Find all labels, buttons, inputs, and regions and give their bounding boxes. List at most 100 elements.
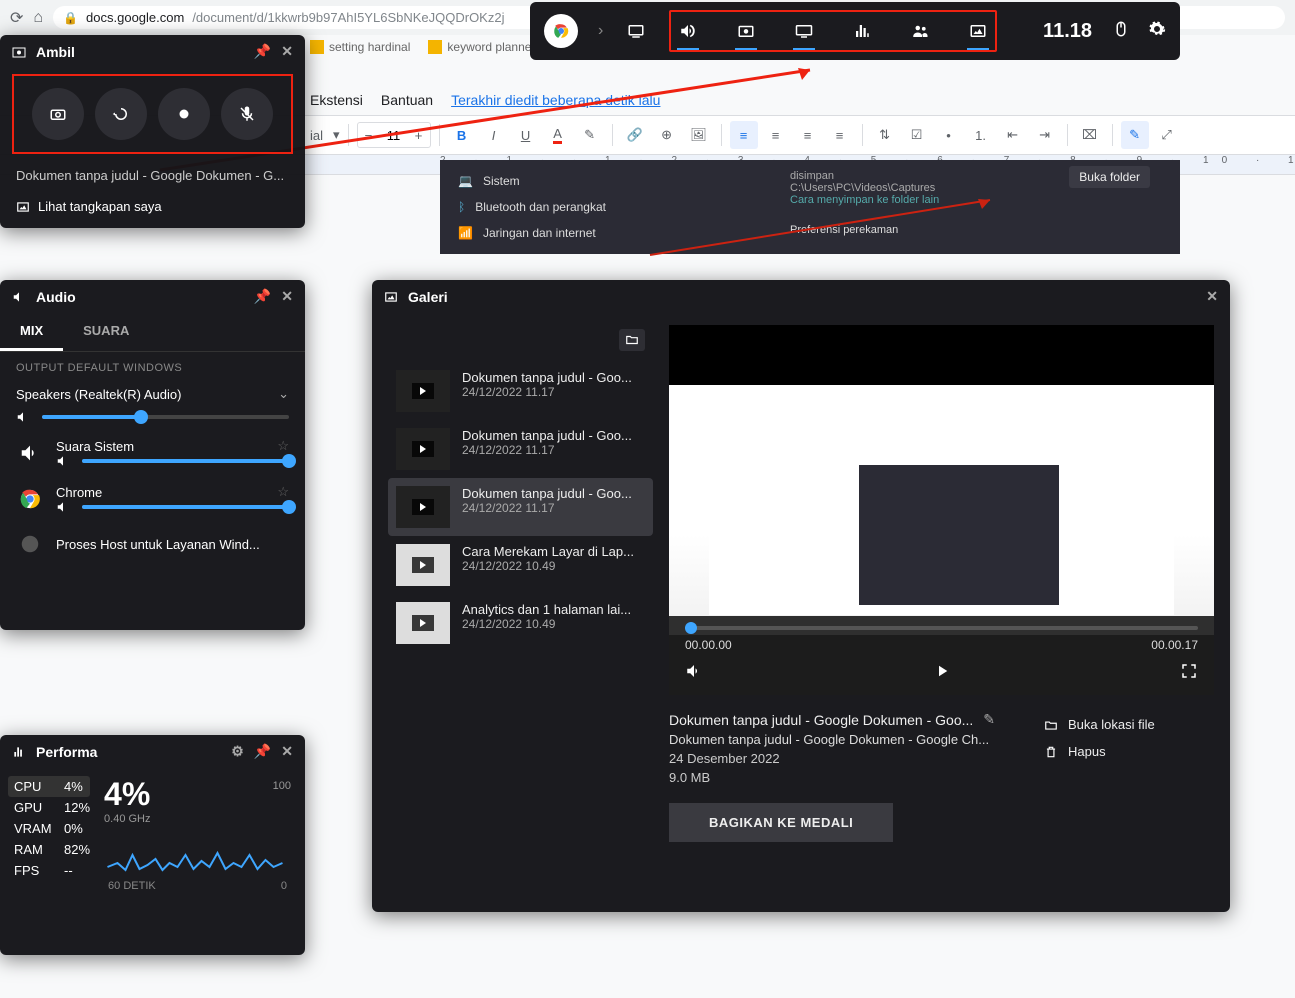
increase-font-button[interactable]: + — [408, 123, 430, 147]
tab-mix[interactable]: MIX — [0, 313, 63, 351]
mic-off-button[interactable] — [221, 88, 273, 140]
stat-value: 12% — [64, 800, 90, 815]
perf-stat-row[interactable]: CPU4% — [8, 776, 90, 797]
link-button[interactable]: 🔗 — [621, 121, 649, 149]
app-volume-slider[interactable] — [82, 505, 289, 509]
display-widget-icon[interactable] — [791, 16, 817, 46]
pin-icon[interactable]: 📌 — [254, 43, 271, 60]
options-icon[interactable]: ⚙ — [231, 743, 244, 760]
chevron-down-icon: ⌄ — [278, 386, 289, 402]
italic-button[interactable]: I — [480, 121, 508, 149]
hide-menus-button[interactable]: ⤢ — [1153, 121, 1181, 149]
bookmark-item[interactable]: keyword planner — [428, 40, 535, 54]
underline-button[interactable]: U — [512, 121, 540, 149]
open-folder-button[interactable] — [619, 329, 645, 351]
menu-bantuan[interactable]: Bantuan — [381, 92, 433, 108]
video-play-button[interactable] — [933, 662, 951, 685]
chevron-right-icon[interactable]: › — [598, 22, 603, 40]
decrease-font-button[interactable]: − — [358, 123, 380, 147]
settings-icon[interactable] — [1148, 20, 1166, 43]
highlight-button[interactable]: ✎ — [576, 121, 604, 149]
star-icon[interactable]: ☆ — [277, 438, 289, 454]
star-icon[interactable]: ☆ — [277, 484, 289, 500]
last-edit-link[interactable]: Terakhir diedit beberapa detik lalu — [451, 92, 660, 108]
recording-date: 24 Desember 2022 — [669, 751, 1024, 766]
align-center-button[interactable]: ≡ — [762, 121, 790, 149]
panel-title: Galeri — [408, 289, 448, 305]
perf-stat-row[interactable]: FPS-- — [14, 860, 90, 881]
capture-buttons — [12, 74, 293, 154]
tab-suara[interactable]: SUARA — [63, 313, 149, 351]
gallery-item[interactable]: Dokumen tanpa judul - Goo...24/12/2022 1… — [388, 420, 653, 478]
gallery-icon — [384, 290, 398, 304]
volume-icon[interactable] — [56, 454, 70, 468]
close-icon[interactable]: ✕ — [281, 43, 293, 60]
record-button[interactable] — [158, 88, 210, 140]
edit-icon[interactable]: ✎ — [983, 711, 995, 728]
view-captures-link[interactable]: Lihat tangkapan saya — [0, 191, 305, 228]
social-widget-icon[interactable] — [907, 16, 933, 46]
pin-icon[interactable]: 📌 — [254, 743, 271, 760]
perf-clock: 0.40 GHz — [104, 813, 291, 825]
gallery-item[interactable]: Cara Merekam Layar di Lap...24/12/2022 1… — [388, 536, 653, 594]
gallery-item[interactable]: Dokumen tanpa judul - Goo...24/12/2022 1… — [388, 362, 653, 420]
gallery-panel: Galeri ✕ Dokumen tanpa judul - Goo...24/… — [372, 280, 1230, 912]
bold-button[interactable]: B — [448, 121, 476, 149]
home-icon[interactable]: ⌂ — [33, 9, 43, 27]
gallery-item[interactable]: Dokumen tanpa judul - Goo...24/12/2022 1… — [388, 478, 653, 536]
stat-label: CPU — [14, 779, 56, 794]
capture-widget-icon[interactable] — [733, 16, 759, 46]
performance-widget-icon[interactable] — [849, 16, 875, 46]
perf-stat-row[interactable]: RAM82% — [14, 839, 90, 860]
bookmark-item[interactable]: setting hardinal — [310, 40, 410, 54]
audio-widget-icon[interactable] — [675, 16, 701, 46]
line-spacing-button[interactable]: ⇅ — [871, 121, 899, 149]
close-icon[interactable]: ✕ — [281, 288, 293, 305]
open-file-location-button[interactable]: Buka lokasi file — [1044, 711, 1214, 738]
delete-button[interactable]: Hapus — [1044, 738, 1214, 765]
comment-button[interactable]: ⊕ — [653, 121, 681, 149]
numbered-list-button[interactable]: 1. — [967, 121, 995, 149]
video-seek-slider[interactable] — [685, 626, 1198, 630]
clear-format-button[interactable]: ⌧ — [1076, 121, 1104, 149]
gallery-item[interactable]: Analytics dan 1 halaman lai...24/12/2022… — [388, 594, 653, 652]
screenshot-button[interactable] — [32, 88, 84, 140]
pin-icon[interactable]: 📌 — [254, 288, 271, 305]
widgets-icon[interactable] — [623, 16, 649, 46]
menu-ekstensi[interactable]: Ekstensi — [310, 92, 363, 108]
item-date: 24/12/2022 11.17 — [462, 501, 645, 515]
volume-icon[interactable] — [56, 500, 70, 514]
align-justify-button[interactable]: ≡ — [826, 121, 854, 149]
bullet-list-button[interactable]: • — [935, 121, 963, 149]
share-button[interactable]: BAGIKAN KE MEDALI — [669, 803, 893, 842]
perf-stat-row[interactable]: GPU12% — [14, 797, 90, 818]
gallery-widget-icon[interactable] — [965, 16, 991, 46]
output-device-dropdown[interactable]: Speakers (Realtek(R) Audio) ⌄ — [16, 386, 289, 402]
reload-icon[interactable]: ⟳ — [10, 8, 23, 28]
chrome-app-icon[interactable] — [544, 14, 578, 48]
master-volume-slider[interactable] — [42, 415, 289, 419]
play-icon — [412, 557, 434, 573]
perf-stat-row[interactable]: VRAM0% — [14, 818, 90, 839]
mouse-icon[interactable] — [1112, 20, 1130, 43]
open-folder-button[interactable]: Buka folder — [1069, 166, 1150, 188]
text-color-button[interactable]: A — [544, 121, 572, 149]
indent-button[interactable]: ⇥ — [1031, 121, 1059, 149]
image-button[interactable]: 🖼 — [685, 121, 713, 149]
close-icon[interactable]: ✕ — [1206, 288, 1218, 305]
checklist-button[interactable]: ☑ — [903, 121, 931, 149]
panel-title: Performa — [36, 744, 97, 760]
font-size-control[interactable]: − 11 + — [357, 122, 431, 148]
outdent-button[interactable]: ⇤ — [999, 121, 1027, 149]
editing-mode-button[interactable]: ✎ — [1121, 121, 1149, 149]
app-volume-slider[interactable] — [82, 459, 289, 463]
align-left-button[interactable]: ≡ — [730, 121, 758, 149]
video-volume-button[interactable] — [685, 662, 703, 685]
close-icon[interactable]: ✕ — [281, 743, 293, 760]
app-name: Suara Sistem — [56, 439, 134, 454]
record-last-button[interactable] — [95, 88, 147, 140]
video-fullscreen-button[interactable] — [1180, 662, 1198, 685]
volume-icon[interactable] — [16, 410, 30, 424]
play-icon — [412, 441, 434, 457]
align-right-button[interactable]: ≡ — [794, 121, 822, 149]
